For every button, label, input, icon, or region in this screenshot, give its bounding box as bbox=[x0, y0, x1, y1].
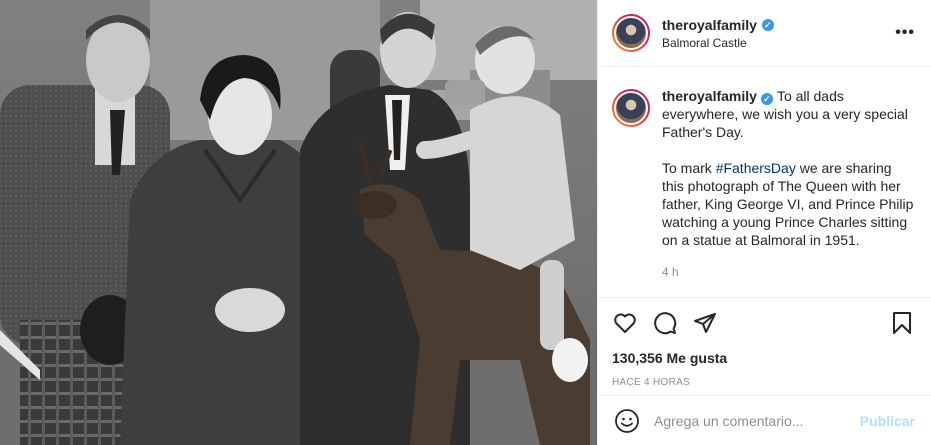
caption-timestamp: 4 h bbox=[662, 265, 679, 279]
more-options-icon[interactable]: ••• bbox=[895, 24, 915, 42]
caption-body: theroyalfamily ✓ To all dads everywhere, w… bbox=[662, 87, 915, 299]
caption-paragraph-1: theroyalfamily ✓ To all dads everywhere, w… bbox=[662, 87, 915, 141]
caption-paragraph-2: To mark #FathersDay we are sharing this … bbox=[662, 159, 915, 249]
caption-username-link[interactable]: theroyalfamily bbox=[662, 88, 757, 104]
header-text: theroyalfamily ✓ Balmoral Castle bbox=[662, 17, 895, 50]
post-time-ago[interactable]: HACE 4 HORAS bbox=[612, 377, 915, 388]
heart-icon[interactable] bbox=[612, 310, 638, 336]
username-link[interactable]: theroyalfamily bbox=[662, 17, 757, 33]
publish-button[interactable]: Publicar bbox=[860, 413, 915, 429]
avatar-image bbox=[614, 91, 648, 125]
verified-badge-icon: ✓ bbox=[761, 18, 774, 31]
comment-input[interactable] bbox=[654, 412, 860, 429]
emoji-icon[interactable] bbox=[614, 408, 640, 434]
instagram-post: theroyalfamily ✓ Balmoral Castle ••• the… bbox=[0, 0, 931, 445]
caption: theroyalfamily ✓ To all dads everywhere, w… bbox=[598, 67, 931, 299]
bookmark-icon[interactable] bbox=[889, 310, 915, 336]
caption-text-2a: To mark bbox=[662, 160, 716, 176]
location-link[interactable]: Balmoral Castle bbox=[662, 36, 895, 50]
post-photo[interactable] bbox=[0, 0, 597, 445]
action-bar bbox=[612, 310, 915, 336]
avatar-image bbox=[614, 16, 648, 50]
profile-avatar[interactable] bbox=[612, 14, 650, 52]
likes-count[interactable]: 130,356 Me gusta bbox=[612, 350, 915, 366]
post-sidebar: theroyalfamily ✓ Balmoral Castle ••• the… bbox=[597, 0, 931, 445]
caption-avatar[interactable] bbox=[612, 89, 650, 127]
user-row: theroyalfamily ✓ bbox=[662, 17, 895, 33]
post-header: theroyalfamily ✓ Balmoral Castle ••• bbox=[598, 0, 931, 67]
bw-photograph bbox=[0, 0, 597, 445]
comment-icon[interactable] bbox=[652, 310, 678, 336]
actions-section: 130,356 Me gusta HACE 4 HORAS bbox=[598, 297, 931, 388]
comment-bar: Publicar bbox=[598, 395, 931, 445]
hashtag-link[interactable]: #FathersDay bbox=[716, 160, 796, 176]
share-icon[interactable] bbox=[692, 310, 718, 336]
verified-badge-icon: ✓ bbox=[760, 93, 773, 105]
